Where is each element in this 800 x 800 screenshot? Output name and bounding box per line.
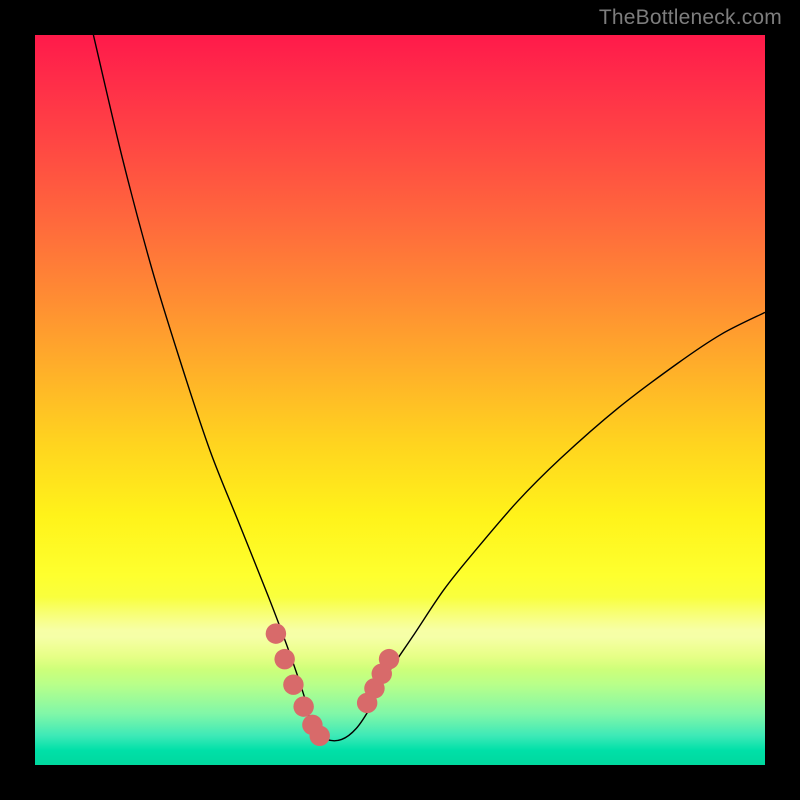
highlight-dots-right — [357, 649, 399, 713]
highlight-dots-left — [266, 623, 330, 746]
bottleneck-curve-path — [93, 35, 765, 741]
highlight-dot — [274, 649, 294, 669]
plot-area — [35, 35, 765, 765]
highlight-dot — [309, 726, 329, 746]
curve-layer — [35, 35, 765, 765]
highlight-dot — [293, 696, 313, 716]
highlight-dot — [379, 649, 399, 669]
highlight-dot — [266, 623, 286, 643]
watermark-text: TheBottleneck.com — [599, 6, 782, 30]
chart-frame: TheBottleneck.com — [0, 0, 800, 800]
highlight-dot — [283, 674, 303, 694]
bottleneck-curve — [93, 35, 765, 741]
